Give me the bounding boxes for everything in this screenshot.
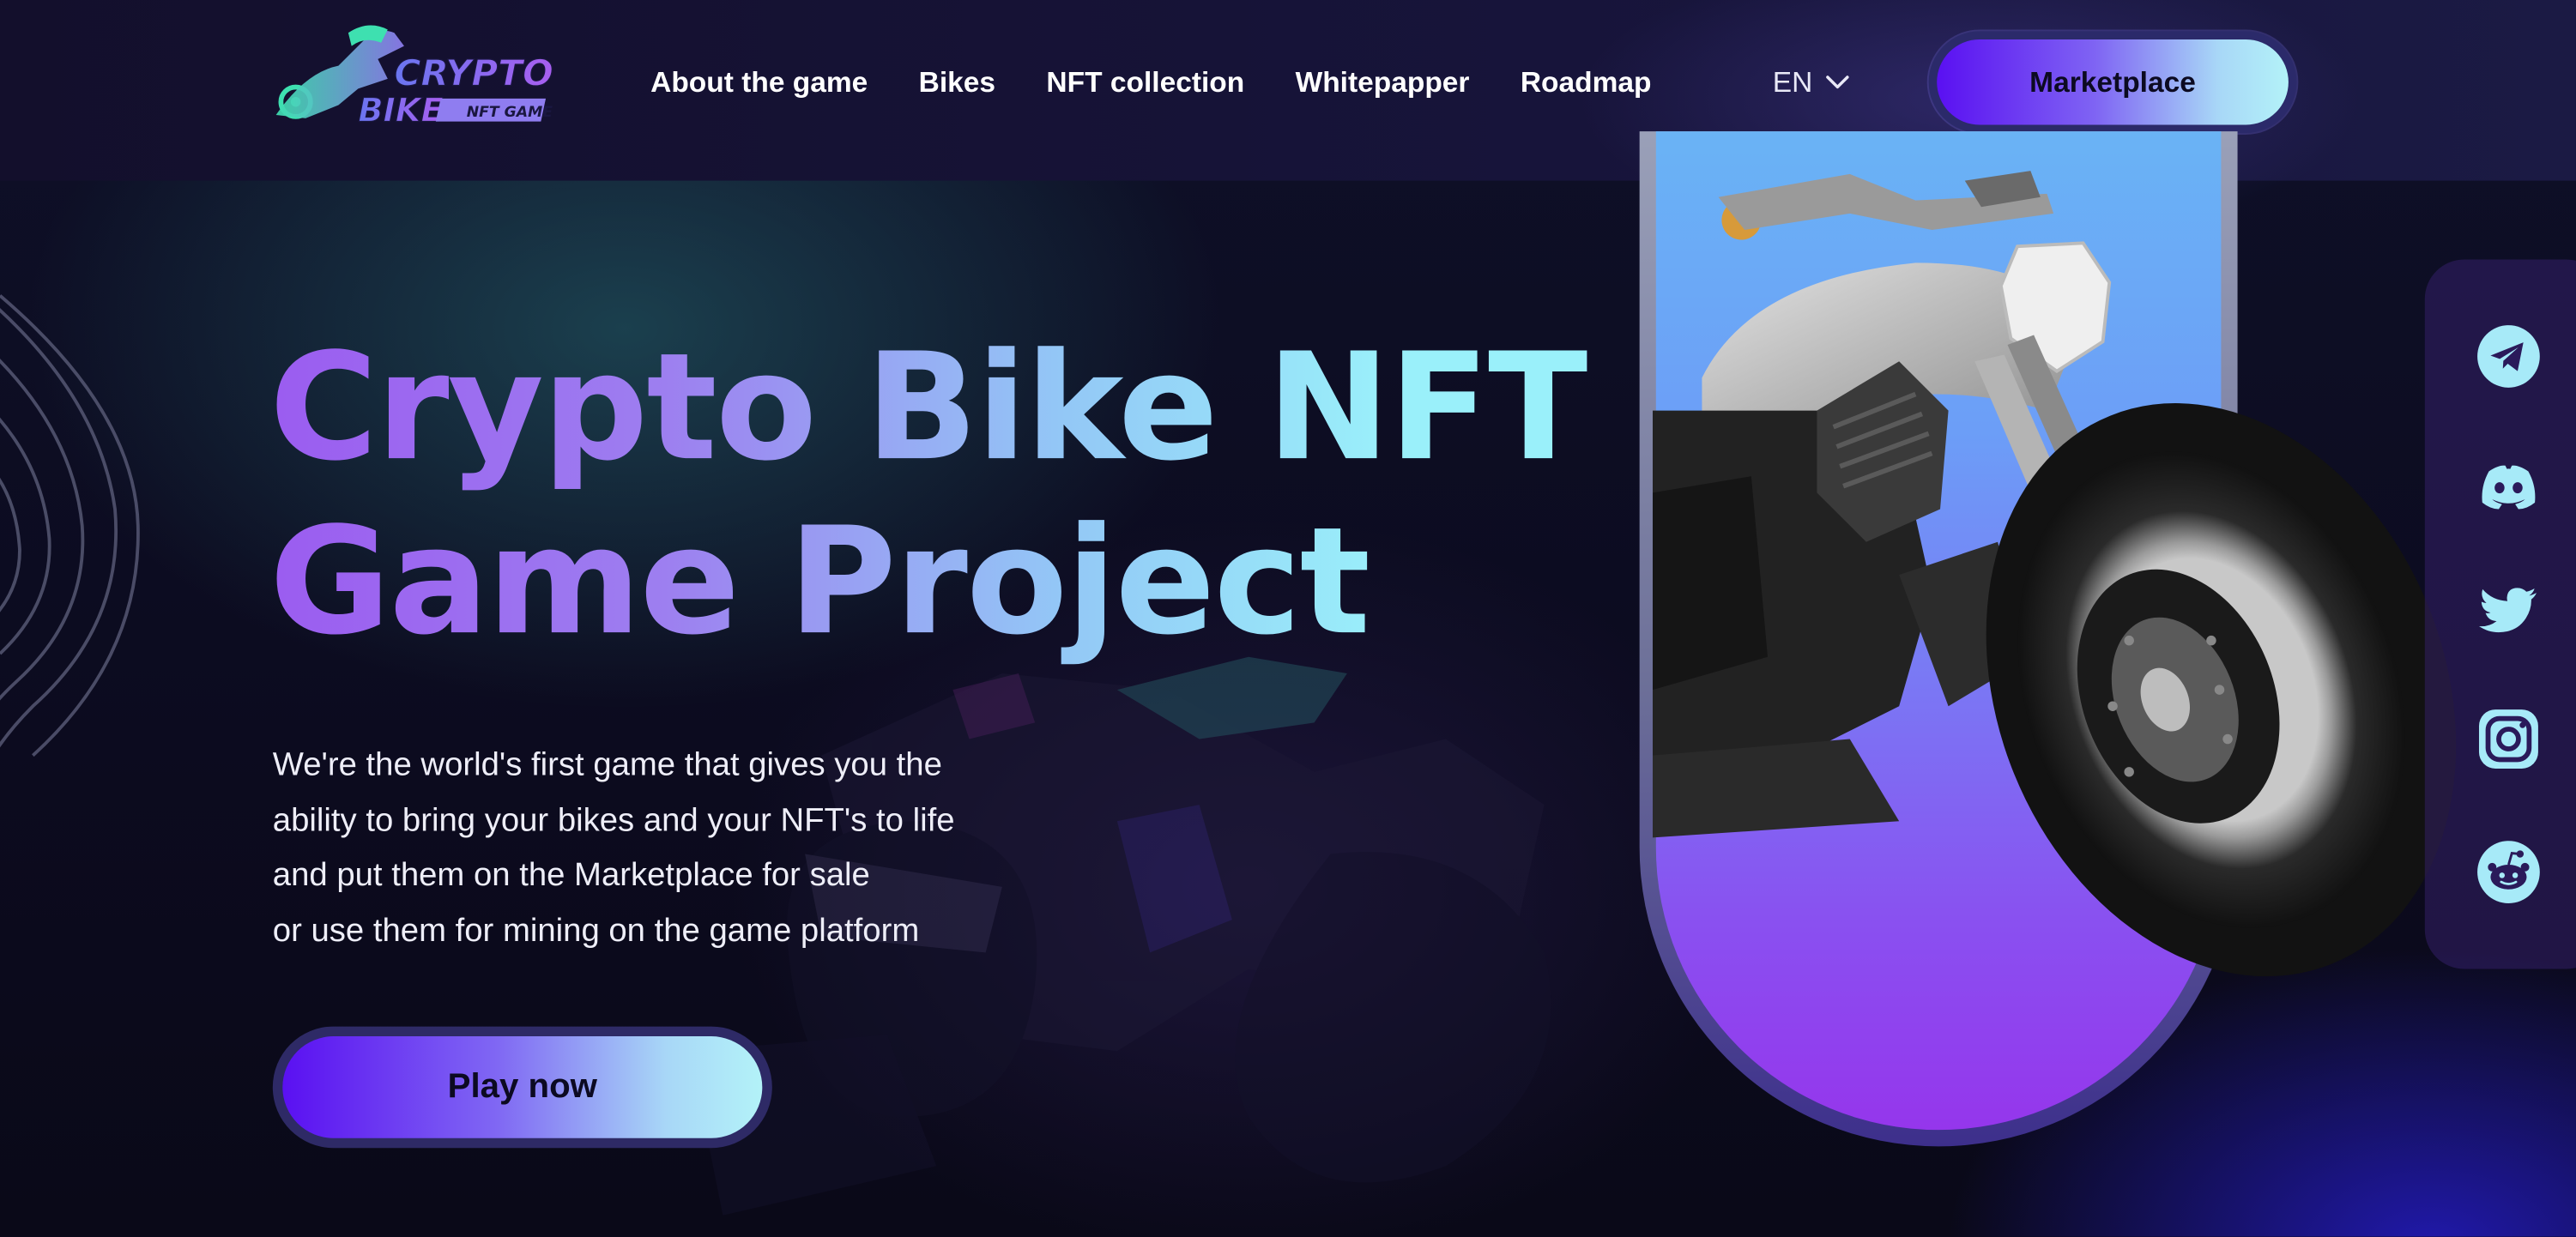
marketplace-button[interactable]: Marketplace [1928, 31, 2297, 134]
crypto-bike-logo[interactable]: CRYPTO BIKE NFT GAME [273, 23, 569, 130]
play-now-button-label: Play now [282, 1036, 763, 1138]
logo-word-bike: BIKE [358, 92, 443, 129]
nav-roadmap[interactable]: Roadmap [1521, 63, 1652, 102]
nav-nft-collection[interactable]: NFT collection [1046, 63, 1244, 102]
logo-tag-nft-game: NFT GAME [467, 104, 553, 121]
hero-title-line-2: Game Project [269, 496, 1370, 669]
nav-whitepapper[interactable]: Whitepapper [1296, 63, 1470, 102]
twitter-icon[interactable] [2476, 578, 2542, 644]
nav-bikes[interactable]: Bikes [919, 63, 995, 102]
telegram-icon[interactable] [2476, 323, 2542, 389]
hero-title: Crypto Bike NFT Game Project [269, 322, 1587, 670]
logo-word-crypto: CRYPTO [394, 52, 553, 94]
hero-description-line-2: ability to bring your bikes and your NFT… [272, 802, 955, 839]
hero-description-line-4: or use them for mining on the game platf… [272, 912, 920, 949]
main-nav: About the game Bikes NFT collection Whit… [650, 63, 1702, 102]
discord-icon[interactable] [2476, 453, 2542, 519]
instagram-icon[interactable] [2476, 706, 2542, 772]
reddit-icon[interactable] [2476, 839, 2542, 905]
hero-description-line-1: We're the world's first game that gives … [272, 747, 942, 784]
nav-about-the-game[interactable]: About the game [650, 63, 868, 102]
hero-description-line-3: and put them on the Marketplace for sale [272, 857, 870, 894]
page: CRYPTO BIKE NFT GAME About the game Bike… [0, 0, 2576, 1237]
chevron-down-icon [1826, 75, 1850, 89]
play-now-button[interactable]: Play now [272, 1026, 772, 1149]
language-label: EN [1772, 65, 1813, 99]
motorcycle-image [1652, 171, 2457, 977]
hero-description: We're the world's first game that gives … [273, 739, 1128, 960]
logo-graphic: CRYPTO BIKE NFT GAME [275, 25, 553, 130]
marketplace-button-label: Marketplace [1937, 39, 2289, 125]
topographic-lines-decoration [0, 294, 140, 757]
hero-title-line-1: Crypto Bike NFT [269, 322, 1587, 495]
language-selector[interactable]: EN [1773, 63, 1851, 102]
